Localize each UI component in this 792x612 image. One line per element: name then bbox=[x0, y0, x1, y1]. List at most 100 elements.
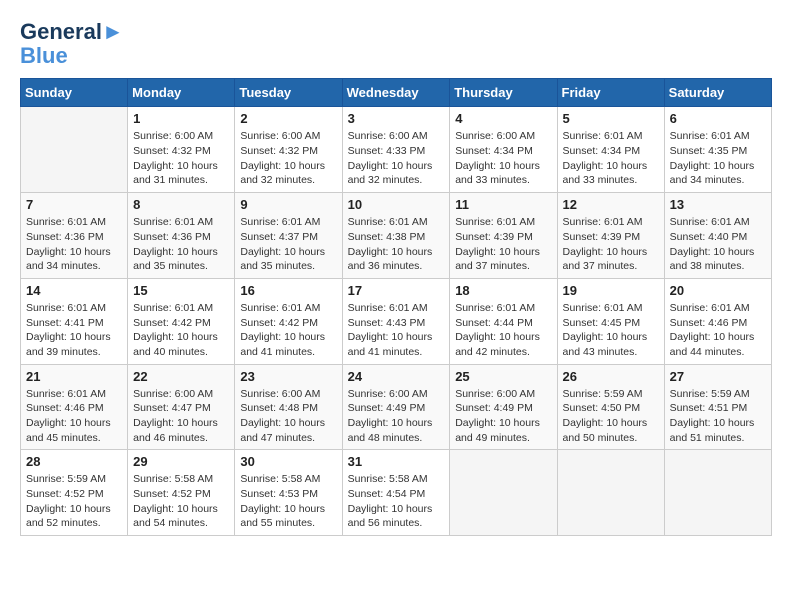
calendar-week-1: 1 Sunrise: 6:00 AM Sunset: 4:32 PM Daylig… bbox=[21, 107, 772, 193]
calendar-cell: 15 Sunrise: 6:01 AM Sunset: 4:42 PM Dayli… bbox=[128, 278, 235, 364]
day-info: Sunrise: 6:01 AM Sunset: 4:37 PM Dayligh… bbox=[240, 215, 336, 274]
calendar-cell: 14 Sunrise: 6:01 AM Sunset: 4:41 PM Dayli… bbox=[21, 278, 128, 364]
calendar-cell: 18 Sunrise: 6:01 AM Sunset: 4:44 PM Dayli… bbox=[450, 278, 557, 364]
calendar-cell: 5 Sunrise: 6:01 AM Sunset: 4:34 PM Daylig… bbox=[557, 107, 664, 193]
day-number: 13 bbox=[670, 197, 766, 212]
calendar-cell bbox=[664, 450, 771, 536]
day-info: Sunrise: 6:01 AM Sunset: 4:39 PM Dayligh… bbox=[563, 215, 659, 274]
day-info: Sunrise: 6:01 AM Sunset: 4:46 PM Dayligh… bbox=[26, 387, 122, 446]
calendar-cell: 8 Sunrise: 6:01 AM Sunset: 4:36 PM Daylig… bbox=[128, 193, 235, 279]
day-number: 22 bbox=[133, 369, 229, 384]
day-info: Sunrise: 6:00 AM Sunset: 4:32 PM Dayligh… bbox=[240, 129, 336, 188]
day-info: Sunrise: 5:58 AM Sunset: 4:54 PM Dayligh… bbox=[348, 472, 445, 531]
calendar-cell: 3 Sunrise: 6:00 AM Sunset: 4:33 PM Daylig… bbox=[342, 107, 450, 193]
calendar-cell bbox=[450, 450, 557, 536]
calendar-cell: 26 Sunrise: 5:59 AM Sunset: 4:50 PM Dayli… bbox=[557, 364, 664, 450]
day-number: 3 bbox=[348, 111, 445, 126]
calendar-cell: 30 Sunrise: 5:58 AM Sunset: 4:53 PM Dayli… bbox=[235, 450, 342, 536]
day-number: 30 bbox=[240, 454, 336, 469]
calendar-cell: 6 Sunrise: 6:01 AM Sunset: 4:35 PM Daylig… bbox=[664, 107, 771, 193]
weekday-header-tuesday: Tuesday bbox=[235, 79, 342, 107]
calendar-week-2: 7 Sunrise: 6:01 AM Sunset: 4:36 PM Daylig… bbox=[21, 193, 772, 279]
day-info: Sunrise: 6:01 AM Sunset: 4:46 PM Dayligh… bbox=[670, 301, 766, 360]
weekday-header-row: SundayMondayTuesdayWednesdayThursdayFrid… bbox=[21, 79, 772, 107]
calendar-cell: 21 Sunrise: 6:01 AM Sunset: 4:46 PM Dayli… bbox=[21, 364, 128, 450]
day-number: 6 bbox=[670, 111, 766, 126]
day-info: Sunrise: 5:59 AM Sunset: 4:50 PM Dayligh… bbox=[563, 387, 659, 446]
calendar-cell: 31 Sunrise: 5:58 AM Sunset: 4:54 PM Dayli… bbox=[342, 450, 450, 536]
day-info: Sunrise: 6:01 AM Sunset: 4:42 PM Dayligh… bbox=[133, 301, 229, 360]
calendar-cell: 12 Sunrise: 6:01 AM Sunset: 4:39 PM Dayli… bbox=[557, 193, 664, 279]
calendar-week-5: 28Sunrise: 5:59 AM Sunset: 4:52 PM Dayli… bbox=[21, 450, 772, 536]
calendar-week-4: 21 Sunrise: 6:01 AM Sunset: 4:46 PM Dayli… bbox=[21, 364, 772, 450]
weekday-header-saturday: Saturday bbox=[664, 79, 771, 107]
day-info: Sunrise: 6:01 AM Sunset: 4:40 PM Dayligh… bbox=[670, 215, 766, 274]
day-number: 7 bbox=[26, 197, 122, 212]
day-number: 31 bbox=[348, 454, 445, 469]
calendar-cell: 4 Sunrise: 6:00 AM Sunset: 4:34 PM Daylig… bbox=[450, 107, 557, 193]
weekday-header-monday: Monday bbox=[128, 79, 235, 107]
day-info: Sunrise: 6:01 AM Sunset: 4:44 PM Dayligh… bbox=[455, 301, 551, 360]
day-number: 15 bbox=[133, 283, 229, 298]
day-number: 21 bbox=[26, 369, 122, 384]
day-number: 5 bbox=[563, 111, 659, 126]
header: General► Blue bbox=[20, 20, 772, 68]
day-number: 23 bbox=[240, 369, 336, 384]
day-number: 26 bbox=[563, 369, 659, 384]
day-info: Sunrise: 6:01 AM Sunset: 4:35 PM Dayligh… bbox=[670, 129, 766, 188]
day-number: 11 bbox=[455, 197, 551, 212]
calendar-cell: 7 Sunrise: 6:01 AM Sunset: 4:36 PM Daylig… bbox=[21, 193, 128, 279]
calendar-cell: 27 Sunrise: 5:59 AM Sunset: 4:51 PM Dayli… bbox=[664, 364, 771, 450]
calendar-cell: 10Sunrise: 6:01 AM Sunset: 4:38 PM Dayli… bbox=[342, 193, 450, 279]
weekday-header-thursday: Thursday bbox=[450, 79, 557, 107]
calendar-cell: 16 Sunrise: 6:01 AM Sunset: 4:42 PM Dayli… bbox=[235, 278, 342, 364]
day-info: Sunrise: 6:01 AM Sunset: 4:43 PM Dayligh… bbox=[348, 301, 445, 360]
day-number: 9 bbox=[240, 197, 336, 212]
day-number: 14 bbox=[26, 283, 122, 298]
calendar-cell: 9 Sunrise: 6:01 AM Sunset: 4:37 PM Daylig… bbox=[235, 193, 342, 279]
day-number: 19 bbox=[563, 283, 659, 298]
day-info: Sunrise: 6:01 AM Sunset: 4:34 PM Dayligh… bbox=[563, 129, 659, 188]
day-info: Sunrise: 6:00 AM Sunset: 4:49 PM Dayligh… bbox=[455, 387, 551, 446]
calendar-cell: 1 Sunrise: 6:00 AM Sunset: 4:32 PM Daylig… bbox=[128, 107, 235, 193]
weekday-header-friday: Friday bbox=[557, 79, 664, 107]
day-info: Sunrise: 6:00 AM Sunset: 4:47 PM Dayligh… bbox=[133, 387, 229, 446]
calendar-cell: 20Sunrise: 6:01 AM Sunset: 4:46 PM Dayli… bbox=[664, 278, 771, 364]
day-number: 1 bbox=[133, 111, 229, 126]
calendar-cell: 25 Sunrise: 6:00 AM Sunset: 4:49 PM Dayli… bbox=[450, 364, 557, 450]
day-number: 4 bbox=[455, 111, 551, 126]
day-info: Sunrise: 6:00 AM Sunset: 4:33 PM Dayligh… bbox=[348, 129, 445, 188]
day-number: 29 bbox=[133, 454, 229, 469]
day-number: 18 bbox=[455, 283, 551, 298]
weekday-header-sunday: Sunday bbox=[21, 79, 128, 107]
day-info: Sunrise: 5:58 AM Sunset: 4:52 PM Dayligh… bbox=[133, 472, 229, 531]
day-info: Sunrise: 6:01 AM Sunset: 4:41 PM Dayligh… bbox=[26, 301, 122, 360]
day-info: Sunrise: 5:59 AM Sunset: 4:51 PM Dayligh… bbox=[670, 387, 766, 446]
day-info: Sunrise: 6:01 AM Sunset: 4:36 PM Dayligh… bbox=[26, 215, 122, 274]
calendar-cell: 24Sunrise: 6:00 AM Sunset: 4:49 PM Dayli… bbox=[342, 364, 450, 450]
day-number: 25 bbox=[455, 369, 551, 384]
day-info: Sunrise: 6:01 AM Sunset: 4:45 PM Dayligh… bbox=[563, 301, 659, 360]
day-number: 8 bbox=[133, 197, 229, 212]
day-info: Sunrise: 6:01 AM Sunset: 4:38 PM Dayligh… bbox=[348, 215, 445, 274]
day-number: 27 bbox=[670, 369, 766, 384]
day-info: Sunrise: 5:58 AM Sunset: 4:53 PM Dayligh… bbox=[240, 472, 336, 531]
day-info: Sunrise: 6:00 AM Sunset: 4:34 PM Dayligh… bbox=[455, 129, 551, 188]
calendar-cell: 17 Sunrise: 6:01 AM Sunset: 4:43 PM Dayli… bbox=[342, 278, 450, 364]
calendar-cell bbox=[21, 107, 128, 193]
day-number: 12 bbox=[563, 197, 659, 212]
logo-text: General► bbox=[20, 20, 124, 44]
day-info: Sunrise: 6:01 AM Sunset: 4:42 PM Dayligh… bbox=[240, 301, 336, 360]
day-info: Sunrise: 6:00 AM Sunset: 4:32 PM Dayligh… bbox=[133, 129, 229, 188]
day-info: Sunrise: 6:01 AM Sunset: 4:36 PM Dayligh… bbox=[133, 215, 229, 274]
day-number: 17 bbox=[348, 283, 445, 298]
calendar-week-3: 14 Sunrise: 6:01 AM Sunset: 4:41 PM Dayli… bbox=[21, 278, 772, 364]
day-number: 24 bbox=[348, 369, 445, 384]
day-number: 16 bbox=[240, 283, 336, 298]
weekday-header-wednesday: Wednesday bbox=[342, 79, 450, 107]
calendar-cell: 29 Sunrise: 5:58 AM Sunset: 4:52 PM Dayli… bbox=[128, 450, 235, 536]
logo: General► Blue bbox=[20, 20, 124, 68]
calendar-cell: 22 Sunrise: 6:00 AM Sunset: 4:47 PM Dayli… bbox=[128, 364, 235, 450]
day-info: Sunrise: 5:59 AM Sunset: 4:52 PM Dayligh… bbox=[26, 472, 122, 531]
calendar-cell bbox=[557, 450, 664, 536]
